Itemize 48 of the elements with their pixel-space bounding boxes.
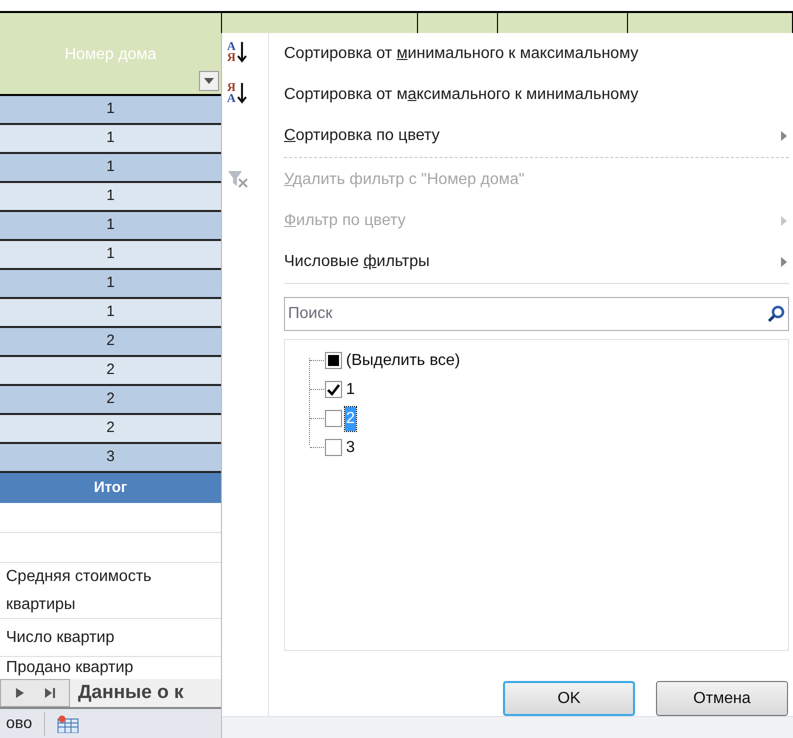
table-cell: 2 [0,386,221,415]
clear-filter-icon [227,169,249,189]
status-text: ово [0,712,46,736]
table-cell: 1 [0,241,221,270]
sort-letter: A [227,41,236,52]
sort-letter: A [227,93,236,104]
search-field[interactable]: Поиск [284,297,789,331]
menu-item[interactable]: Сортировка от максимального к минимальному [284,82,638,106]
table-cell: 1 [0,183,221,212]
table-cell: 2 [0,415,221,444]
table-cell: Число квартир [0,619,221,657]
total-cell: Итог [0,473,221,503]
table-cell: 1 [0,299,221,328]
filter-dropdown-button[interactable] [199,71,219,91]
checkbox[interactable] [325,439,342,456]
table-cell: 1 [0,125,221,154]
search-icon[interactable] [767,305,785,323]
menu-item: Удалить фильтр с "Номер дома" [284,170,524,190]
sort-letter: Я [227,82,236,93]
checkbox-label[interactable]: 1 [345,378,356,402]
menu-item: Фильтр по цвету [284,210,406,230]
table-cell: 1 [0,154,221,183]
menu-item[interactable]: Числовые фильтры [284,250,430,274]
next-sheet-icon[interactable] [16,688,24,698]
checkbox-label[interactable]: (Выделить все) [345,348,462,372]
down-arrow-icon [236,41,247,63]
table-cell: 1 [0,270,221,299]
table-cell: 1 [0,212,221,241]
table-cell: Средняя стоимость квартиры [0,563,221,619]
sort-letter: Я [227,52,236,63]
down-arrow-icon [236,82,247,104]
ok-button[interactable]: OK [503,681,635,716]
normal-view-icon[interactable] [57,714,80,732]
menu-item[interactable]: Сортировка по цвету [284,124,440,148]
caret-icon [204,78,214,84]
menu-item[interactable]: Сортировка от минимального к максимальному [284,42,638,66]
checkbox[interactable] [325,410,342,427]
column-header: Номер дома [64,45,156,65]
table-cell: 2 [0,328,221,357]
last-sheet-icon[interactable] [44,688,54,698]
checkbox[interactable] [325,381,342,398]
cancel-button[interactable]: Отмена [656,681,788,716]
checkbox-label[interactable]: 3 [345,436,356,460]
table-cell-text: Продано квартир [5,658,134,678]
table-cell: 1 [0,96,221,125]
checkbox[interactable] [325,352,342,369]
table-cell: 2 [0,357,221,386]
table-cell: 3 [0,444,221,473]
